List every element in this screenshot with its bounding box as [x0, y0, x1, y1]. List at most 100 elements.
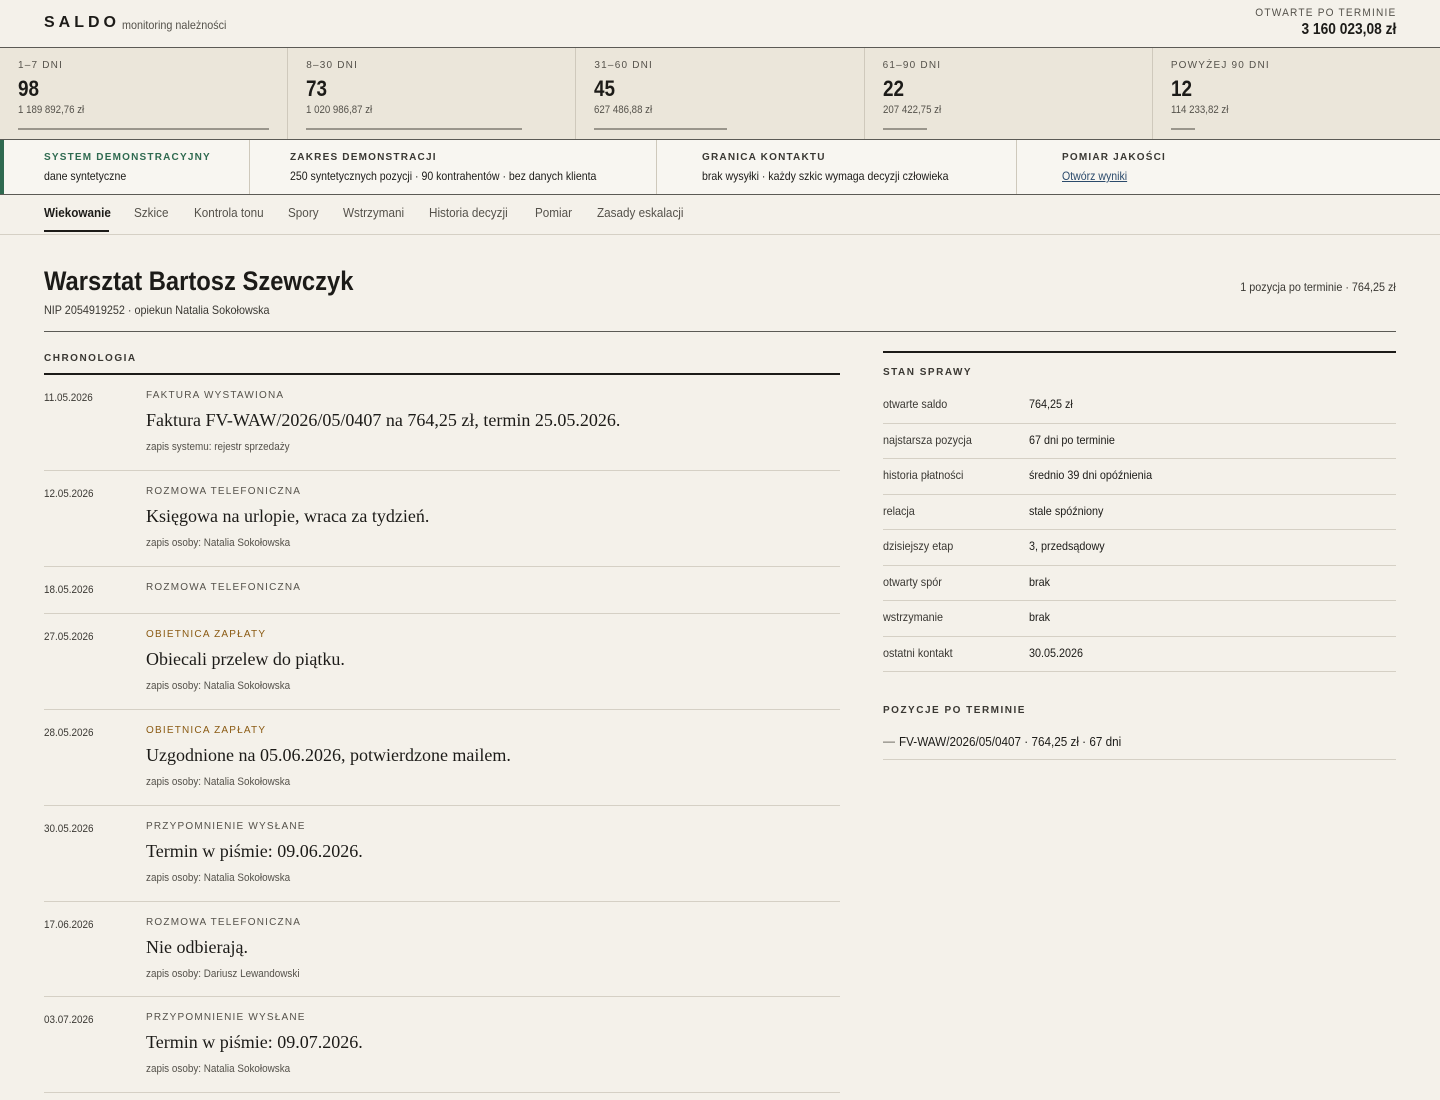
case-row: historia płatności średnio 39 dni opóźnie…	[883, 459, 1396, 495]
case-value: 67 dni po terminie	[1029, 432, 1115, 447]
info-contact: GRANICA KONTAKTU brak wysyłki · każdy sz…	[657, 140, 1017, 194]
bucket-label: 8–30 DNI	[306, 60, 359, 71]
event-note: zapis osoby: Natalia Sokołowska	[146, 872, 291, 884]
event-note: zapis osoby: Dariusz Lewandowski	[146, 968, 300, 980]
case-value: brak	[1029, 574, 1051, 589]
event-date: 17.06.2026	[44, 919, 94, 931]
event-date: 03.07.2026	[44, 1014, 94, 1026]
bucket-31-60[interactable]: 31–60 DNI 45 627 486,88 zł	[576, 48, 865, 139]
event-date: 11.05.2026	[44, 392, 93, 404]
tab-kontrola-tonu[interactable]: Kontrola tonu	[194, 205, 264, 220]
overdue-item[interactable]: — FV-WAW/2026/05/0407 · 764,25 zł · 67 d…	[883, 731, 1396, 760]
bucket-share-bar	[594, 128, 728, 130]
bucket-amount: 114 233,82 zł	[1170, 104, 1229, 116]
bucket-count: 12	[1170, 76, 1192, 101]
case-key: historia płatności	[883, 468, 964, 482]
bucket-share-bar	[306, 128, 522, 130]
event-type: OBIETNICA ZAPŁATY	[146, 629, 267, 640]
event-type: PRZYPOMNIENIE WYSŁANE	[146, 1012, 306, 1023]
event-text: Faktura FV-WAW/2026/05/0407 na 764,25 zł…	[146, 410, 621, 430]
timeline-event[interactable]: 11.05.2026 FAKTURA WYSTAWIONA Faktura FV…	[44, 375, 840, 471]
tab-szkice[interactable]: Szkice	[134, 205, 168, 220]
case-row: najstarsza pozycja 67 dni po terminie	[883, 424, 1396, 459]
event-text: Termin w piśmie: 09.06.2026.	[146, 841, 363, 861]
info-system-label: SYSTEM DEMONSTRACYJNY	[44, 152, 211, 163]
case-key: ostatni kontakt	[883, 645, 953, 660]
timeline-event[interactable]: 18.05.2026 ROZMOWA TELEFONICZNA	[44, 567, 840, 614]
info-contact-label: GRANICA KONTAKTU	[702, 152, 826, 163]
case-row: otwarty spór brak	[883, 566, 1396, 601]
timeline-event[interactable]: 30.05.2026 PRZYPOMNIENIE WYSŁANE Termin …	[44, 806, 840, 902]
tab-spory[interactable]: Spory	[288, 205, 319, 220]
bucket-label: 1–7 DNI	[18, 60, 64, 71]
case-value: 30.05.2026	[1029, 645, 1084, 660]
dash-icon: —	[883, 734, 895, 748]
overdue-items-title: POZYCJE PO TERMINIE	[883, 705, 1026, 716]
main-tabs: Wiekowanie Szkice Kontrola tonu Spory Ws…	[0, 195, 1440, 235]
info-system-value: dane syntetyczne	[44, 169, 127, 183]
case-row: ostatni kontakt 30.05.2026	[883, 637, 1396, 672]
timeline-event[interactable]: 27.05.2026 OBIETNICA ZAPŁATY Obiecali pr…	[44, 614, 840, 710]
active-tab-indicator	[44, 230, 109, 232]
tab-wiekowanie[interactable]: Wiekowanie	[44, 205, 111, 220]
event-note: zapis systemu: rejestr sprzedaży	[146, 441, 290, 453]
aging-buckets: 1–7 DNI 98 1 189 892,76 zł 8–30 DNI 73 1…	[0, 48, 1440, 140]
case-value: 764,25 zł	[1029, 397, 1073, 411]
divider	[44, 331, 1396, 332]
event-type: ROZMOWA TELEFONICZNA	[146, 486, 302, 497]
event-text: Obiecali przelew do piątku.	[146, 649, 345, 669]
info-system: SYSTEM DEMONSTRACYJNY dane syntetyczne	[0, 140, 250, 194]
case-value: 3, przedsądowy	[1029, 539, 1105, 553]
tab-wstrzymani[interactable]: Wstrzymani	[343, 205, 404, 220]
timeline-event[interactable]: 03.07.2026 PRZYPOMNIENIE WYSŁANE Termin …	[44, 997, 840, 1093]
bucket-61-90[interactable]: 61–90 DNI 22 207 422,75 zł	[865, 48, 1153, 139]
page-title: Warsztat Bartosz Szewczyk	[44, 266, 354, 296]
bucket-8-30[interactable]: 8–30 DNI 73 1 020 986,87 zł	[288, 48, 577, 139]
case-row: dzisiejszy etap 3, przedsądowy	[883, 530, 1396, 566]
demo-info-strip: SYSTEM DEMONSTRACYJNY dane syntetyczne Z…	[0, 140, 1440, 195]
tab-historia-decyzji[interactable]: Historia decyzji	[429, 205, 508, 220]
bucket-count: 45	[594, 76, 616, 101]
info-scope-value: 250 syntetycznych pozycji · 90 kontrahen…	[290, 169, 597, 183]
bucket-1-7[interactable]: 1–7 DNI 98 1 189 892,76 zł	[0, 48, 289, 139]
quality-results-link[interactable]: Otwórz wyniki	[1062, 169, 1127, 183]
tab-pomiar[interactable]: Pomiar	[535, 205, 572, 220]
event-text: Nie odbierają.	[146, 937, 248, 957]
bucket-over-90[interactable]: POWYŻEJ 90 DNI 12 114 233,82 zł	[1153, 48, 1440, 139]
tab-zasady-eskalacji[interactable]: Zasady eskalacji	[597, 205, 683, 220]
event-note: zapis osoby: Natalia Sokołowska	[146, 776, 291, 788]
entity-overdue-summary: 1 pozycja po terminie · 764,25 zł	[1240, 280, 1396, 294]
case-row: wstrzymanie brak	[883, 601, 1396, 637]
bucket-amount: 1 189 892,76 zł	[18, 104, 85, 116]
case-row: relacja stale spóźniony	[883, 495, 1396, 530]
event-date: 18.05.2026	[44, 584, 94, 596]
bucket-amount: 207 422,75 zł	[882, 104, 941, 116]
event-type: OBIETNICA ZAPŁATY	[146, 725, 267, 736]
timeline-event[interactable]: 17.06.2026 ROZMOWA TELEFONICZNA Nie odbi…	[44, 902, 840, 997]
brand-logo[interactable]: SALDO	[44, 14, 120, 32]
timeline-event[interactable]: 28.05.2026 OBIETNICA ZAPŁATY Uzgodnione …	[44, 710, 840, 806]
event-note: zapis osoby: Natalia Sokołowska	[146, 537, 291, 549]
case-key: wstrzymanie	[883, 610, 944, 624]
case-key: najstarsza pozycja	[883, 432, 972, 447]
entity-meta: NIP 2054919252 · opiekun Natalia Sokołow…	[44, 303, 270, 317]
case-key: relacja	[883, 503, 915, 518]
bucket-amount: 627 486,88 zł	[594, 104, 653, 116]
bucket-count: 22	[882, 76, 904, 101]
bucket-count: 73	[306, 76, 328, 101]
open-overdue-total: 3 160 023,08 zł	[1301, 21, 1396, 38]
bucket-label: 31–60 DNI	[594, 60, 654, 71]
event-date: 30.05.2026	[44, 823, 94, 835]
event-type: ROZMOWA TELEFONICZNA	[146, 582, 302, 593]
case-status-title: STAN SPRAWY	[883, 367, 973, 378]
case-row: otwarte saldo 764,25 zł	[883, 388, 1396, 424]
timeline-event[interactable]: 12.05.2026 ROZMOWA TELEFONICZNA Księgowa…	[44, 471, 840, 567]
case-value: brak	[1029, 610, 1051, 624]
event-type: ROZMOWA TELEFONICZNA	[146, 917, 302, 928]
top-bar: SALDO monitoring należności OTWARTE PO T…	[0, 0, 1440, 48]
event-text: Uzgodnione na 05.06.2026, potwierdzone m…	[146, 745, 511, 765]
info-scope-label: ZAKRES DEMONSTRACJI	[290, 152, 437, 163]
chronology-list: 11.05.2026 FAKTURA WYSTAWIONA Faktura FV…	[44, 375, 840, 1093]
case-key: dzisiejszy etap	[883, 539, 954, 553]
chronology-title: CHRONOLOGIA	[44, 353, 137, 364]
